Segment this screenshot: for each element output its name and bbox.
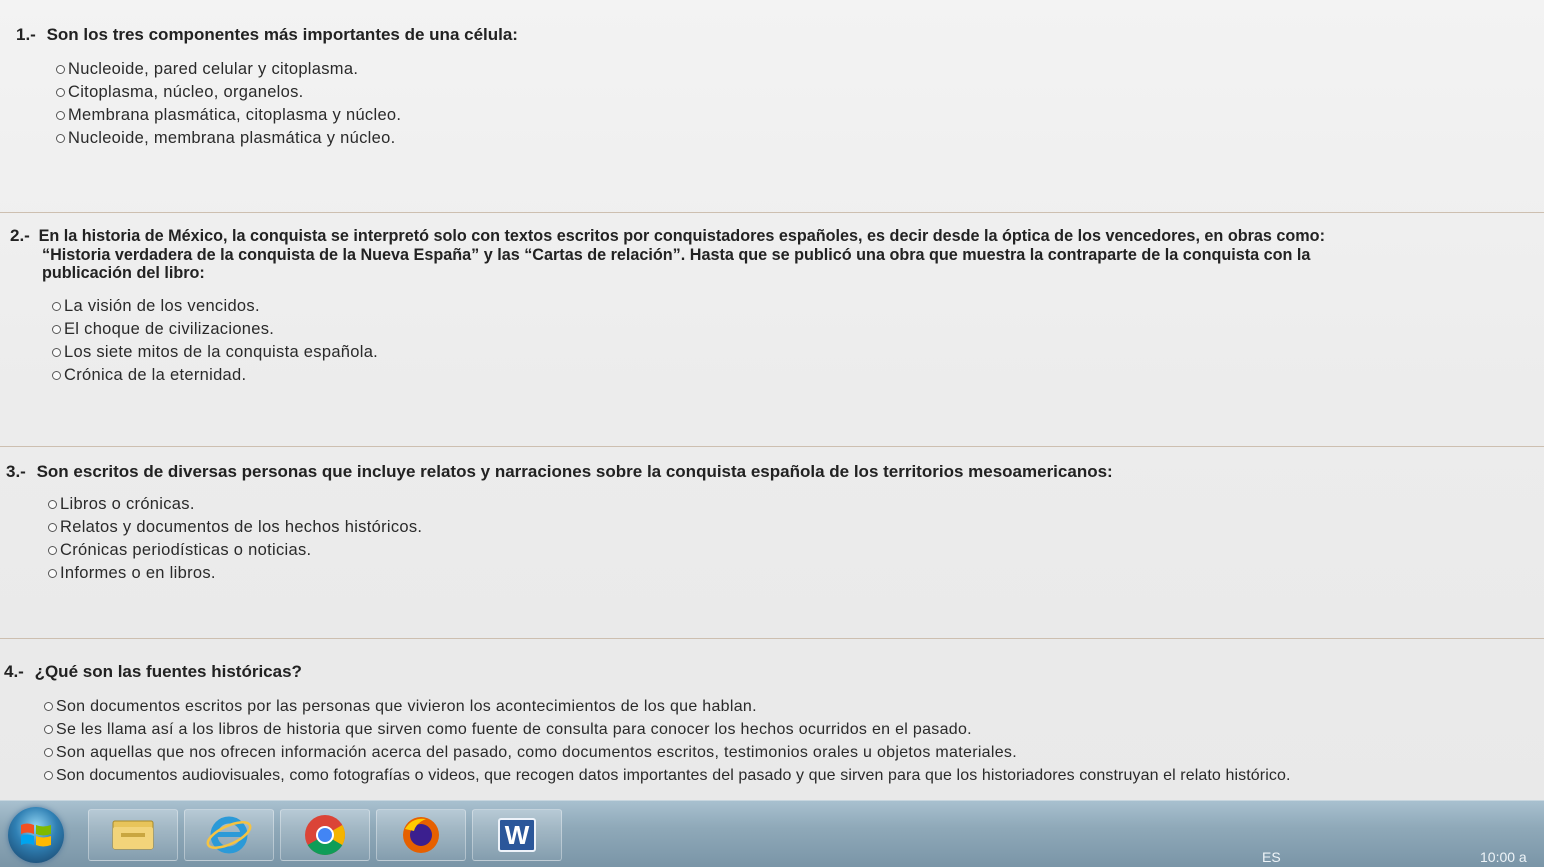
option-2b[interactable]: El choque de civilizaciones. — [52, 318, 378, 341]
question-3: 3.- Son escritos de diversas personas qu… — [0, 446, 1544, 636]
option-2c[interactable]: Los siete mitos de la conquista española… — [52, 341, 378, 364]
question-2-text-line-2: “Historia verdadera de la conquista de l… — [42, 246, 1311, 264]
option-label: Relatos y documentos de los hechos histó… — [60, 518, 423, 536]
radio-button[interactable] — [44, 771, 53, 780]
question-4-text: ¿Qué son las fuentes históricas? — [34, 662, 302, 681]
option-label: Nucleoide, membrana plasmática y núcleo. — [68, 129, 396, 147]
question-2-options: La visión de los vencidos. El choque de … — [52, 295, 378, 387]
option-label: Informes o en libros. — [60, 564, 216, 582]
word-letter: W — [504, 819, 530, 850]
internet-explorer-icon — [206, 816, 252, 854]
option-label: Crónica de la eternidad. — [64, 366, 247, 384]
question-3-prompt: 3.- Son escritos de diversas personas qu… — [6, 463, 1113, 480]
question-3-options: Libros o crónicas. Relatos y documentos … — [48, 493, 422, 585]
question-2-text-line-1: En la historia de México, la conquista s… — [38, 227, 1325, 245]
option-4d[interactable]: Son documentos audiovisuales, como fotog… — [44, 764, 1291, 787]
question-4-number: 4.- — [4, 662, 24, 681]
chrome-button[interactable] — [280, 809, 370, 861]
option-4a[interactable]: Son documentos escritos por las personas… — [44, 695, 1291, 718]
option-3b[interactable]: Relatos y documentos de los hechos histó… — [48, 516, 422, 539]
firefox-button[interactable] — [376, 809, 466, 861]
question-4: 4.- ¿Qué son las fuentes históricas? Son… — [0, 638, 1544, 800]
radio-button[interactable] — [48, 523, 57, 532]
word-button[interactable]: W — [472, 809, 562, 861]
option-2a[interactable]: La visión de los vencidos. — [52, 295, 378, 318]
option-3d[interactable]: Informes o en libros. — [48, 562, 422, 585]
option-label: Libros o crónicas. — [60, 495, 195, 513]
option-label: Crónicas periodísticas o noticias. — [60, 541, 312, 559]
radio-button[interactable] — [52, 302, 61, 311]
radio-button[interactable] — [48, 569, 57, 578]
clock[interactable]: 10:00 a — [1480, 849, 1527, 865]
question-1-text: Son los tres componentes más importantes… — [46, 25, 518, 44]
file-explorer-button[interactable] — [88, 809, 178, 861]
file-explorer-icon — [112, 820, 154, 850]
radio-button[interactable] — [44, 748, 53, 757]
option-1d[interactable]: Nucleoide, membrana plasmática y núcleo. — [56, 127, 401, 150]
radio-button[interactable] — [52, 325, 61, 334]
question-2: 2.- En la historia de México, la conquis… — [0, 212, 1544, 444]
option-label: La visión de los vencidos. — [64, 297, 260, 315]
option-label: Nucleoide, pared celular y citoplasma. — [68, 60, 359, 78]
option-1b[interactable]: Citoplasma, núcleo, organelos. — [56, 81, 401, 104]
option-label: Se les llama así a los libros de histori… — [56, 720, 972, 738]
option-label: Son documentos audiovisuales, como fotog… — [56, 766, 1291, 784]
word-icon: W — [498, 818, 536, 852]
radio-button[interactable] — [56, 111, 65, 120]
question-3-number: 3.- — [6, 462, 26, 481]
quiz-page: 1.- Son los tres componentes más importa… — [0, 0, 1544, 800]
chrome-icon — [305, 815, 345, 855]
option-1a[interactable]: Nucleoide, pared celular y citoplasma. — [56, 58, 401, 81]
radio-button[interactable] — [48, 500, 57, 509]
radio-button[interactable] — [44, 725, 53, 734]
internet-explorer-button[interactable] — [184, 809, 274, 861]
radio-button[interactable] — [48, 546, 57, 555]
windows-logo-icon — [21, 823, 51, 847]
option-4b[interactable]: Se les llama así a los libros de histori… — [44, 718, 1291, 741]
option-3a[interactable]: Libros o crónicas. — [48, 493, 422, 516]
option-label: El choque de civilizaciones. — [64, 320, 275, 338]
question-3-text: Son escritos de diversas personas que in… — [36, 462, 1113, 481]
question-1-options: Nucleoide, pared celular y citoplasma. C… — [56, 58, 401, 150]
question-2-text-line-3: publicación del libro: — [42, 264, 205, 282]
question-1-number: 1.- — [16, 25, 36, 44]
question-4-options: Son documentos escritos por las personas… — [44, 695, 1291, 787]
windows-start-icon[interactable] — [8, 807, 64, 863]
taskbar: W ES 10:00 a — [0, 800, 1544, 867]
radio-button[interactable] — [52, 348, 61, 357]
option-label: Membrana plasmática, citoplasma y núcleo… — [68, 106, 402, 124]
option-label: Son aquellas que nos ofrecen información… — [56, 743, 1017, 761]
radio-button[interactable] — [56, 65, 65, 74]
option-3c[interactable]: Crónicas periodísticas o noticias. — [48, 539, 422, 562]
option-2d[interactable]: Crónica de la eternidad. — [52, 364, 378, 387]
radio-button[interactable] — [56, 134, 65, 143]
radio-button[interactable] — [56, 88, 65, 97]
question-4-prompt: 4.- ¿Qué son las fuentes históricas? — [4, 663, 302, 680]
question-1-prompt: 1.- Son los tres componentes más importa… — [16, 26, 518, 43]
option-label: Citoplasma, núcleo, organelos. — [68, 83, 304, 101]
radio-button[interactable] — [52, 371, 61, 380]
option-4c[interactable]: Son aquellas que nos ofrecen información… — [44, 741, 1291, 764]
option-label: Los siete mitos de la conquista española… — [64, 343, 379, 361]
firefox-icon — [403, 817, 439, 853]
option-1c[interactable]: Membrana plasmática, citoplasma y núcleo… — [56, 104, 401, 127]
question-1: 1.- Son los tres componentes más importa… — [0, 14, 1544, 210]
question-2-prompt: 2.- En la historia de México, la conquis… — [10, 227, 1325, 245]
radio-button[interactable] — [44, 702, 53, 711]
option-label: Son documentos escritos por las personas… — [56, 697, 757, 715]
language-indicator[interactable]: ES — [1262, 849, 1281, 865]
question-2-number: 2.- — [10, 226, 30, 245]
